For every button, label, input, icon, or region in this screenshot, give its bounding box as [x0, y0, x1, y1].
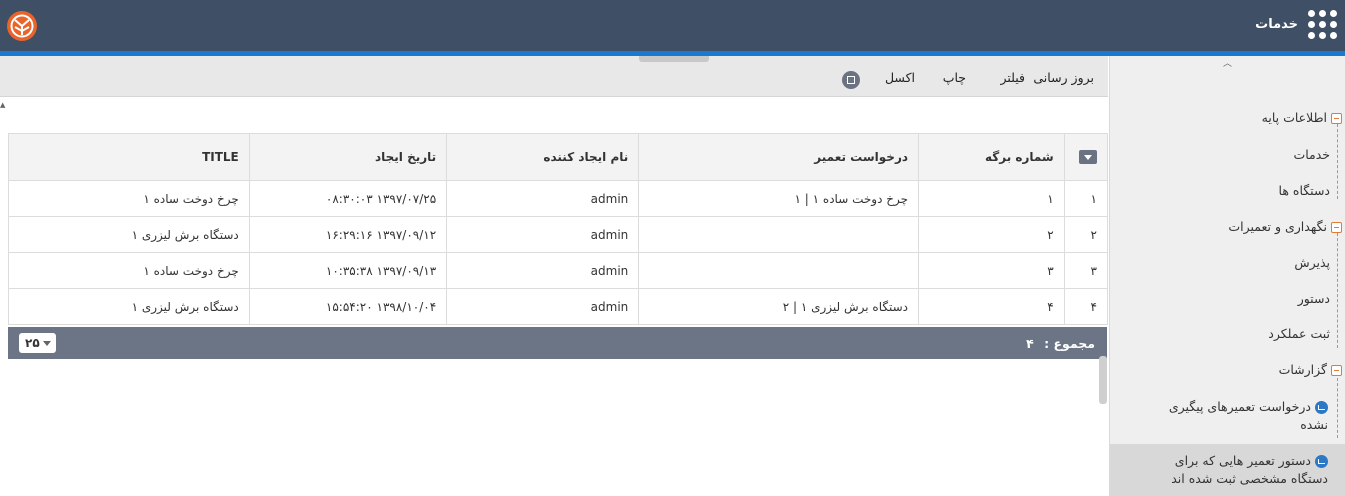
sidebar-group-reports[interactable]: گزارشات: [1279, 362, 1342, 377]
table-row[interactable]: ۱ ۱ چرخ دوخت ساده ۱ | ۱ admin ۱۳۹۷/۰۷/۲۵…: [8, 180, 1109, 217]
sidebar-item-devices[interactable]: دستگاه ها: [1279, 183, 1330, 198]
sidebar: ︿ اطلاعات پایه خدمات دستگاه ها نگهداری و…: [1109, 56, 1345, 496]
collapse-minus-icon[interactable]: [1331, 222, 1342, 233]
collapse-minus-icon[interactable]: [1331, 365, 1342, 376]
cell-sheet-no: ۱: [918, 180, 1065, 217]
panel-resize-grip[interactable]: [639, 56, 709, 62]
grid-header-row: شماره برگه درخواست تعمیر نام ایجاد کننده…: [8, 133, 1109, 181]
table-row[interactable]: ۳ ۳ admin ۱۳۹۷/۰۹/۱۳ ۱۰:۳۵:۳۸ چرخ دوخت س…: [8, 252, 1109, 289]
sidebar-group-label: اطلاعات پایه: [1261, 110, 1327, 125]
column-menu-cell[interactable]: [1063, 133, 1109, 181]
row-index: ۱: [1063, 180, 1109, 217]
sidebar-item-reception[interactable]: پذیرش: [1294, 255, 1330, 270]
grid-toolbar: بروز رسانی فیلتر چاپ اکسل: [0, 56, 1108, 97]
chart-report-icon: [1315, 455, 1328, 468]
sidebar-item-services[interactable]: خدمات: [1293, 147, 1330, 162]
sidebar-report-label: دستور تعمیر هایی که برای دستگاه مشخصی ثب…: [1171, 453, 1328, 486]
refresh-button[interactable]: بروز رسانی: [1033, 70, 1094, 85]
row-index: ۲: [1063, 216, 1109, 253]
grid-footer: مجموع : ۴ ۲۵: [8, 327, 1107, 359]
chevron-down-icon: [43, 341, 51, 346]
print-button[interactable]: چاپ: [943, 70, 966, 85]
sidebar-item-order[interactable]: دستور: [1298, 291, 1330, 306]
cell-creator: admin: [446, 288, 640, 325]
column-header-repair-request[interactable]: درخواست تعمیر: [638, 133, 920, 181]
apps-grid-icon[interactable]: [1306, 8, 1340, 42]
cell-repair-request: [638, 216, 920, 253]
column-header-title[interactable]: TITLE: [8, 133, 250, 181]
table-row[interactable]: ۴ ۴ دستگاه برش لیزری ۱ | ۲ admin ۱۳۹۸/۱۰…: [8, 288, 1109, 325]
filter-button[interactable]: فیلتر: [1000, 70, 1025, 85]
tree-guide-line: [1337, 378, 1338, 438]
cell-created: ۱۳۹۸/۱۰/۰۴ ۱۵:۵۴:۲۰: [248, 288, 448, 325]
tree-guide-line: [1337, 233, 1338, 348]
cell-title: چرخ دوخت ساده ۱: [8, 180, 250, 217]
collapse-minus-icon[interactable]: [1331, 113, 1342, 124]
cell-title: دستگاه برش لیزری ۱: [8, 216, 250, 253]
sidebar-group-maintenance[interactable]: نگهداری و تعمیرات: [1228, 219, 1342, 234]
sidebar-report-device-orders[interactable]: دستور تعمیر هایی که برای دستگاه مشخصی ثب…: [1138, 452, 1328, 488]
data-grid: شماره برگه درخواست تعمیر نام ایجاد کننده…: [8, 133, 1109, 325]
cell-created: ۱۳۹۷/۰۹/۱۳ ۱۰:۳۵:۳۸: [248, 252, 448, 289]
cell-created: ۱۳۹۷/۰۹/۱۲ ۱۶:۲۹:۱۶: [248, 216, 448, 253]
cell-repair-request: دستگاه برش لیزری ۱ | ۲: [638, 288, 920, 325]
column-menu-icon[interactable]: [1079, 150, 1097, 165]
total-value: ۴: [1026, 336, 1034, 351]
collapse-triangle-icon[interactable]: ▲: [0, 101, 5, 109]
cell-created: ۱۳۹۷/۰۷/۲۵ ۰۸:۳۰:۰۳: [248, 180, 448, 217]
cell-creator: admin: [446, 180, 640, 217]
logo-icon[interactable]: [6, 10, 38, 42]
sidebar-report-label: درخواست تعمیرهای پیگیری نشده: [1168, 399, 1328, 432]
window-icon[interactable]: [842, 71, 860, 89]
column-header-creator[interactable]: نام ایجاد کننده: [446, 133, 640, 181]
row-index: ۳: [1063, 252, 1109, 289]
cell-title: دستگاه برش لیزری ۱: [8, 288, 250, 325]
excel-button[interactable]: اکسل: [885, 70, 915, 85]
row-index: ۴: [1063, 288, 1109, 325]
cell-repair-request: چرخ دوخت ساده ۱ | ۱: [638, 180, 920, 217]
cell-sheet-no: ۳: [918, 252, 1065, 289]
chevron-up-icon[interactable]: ︿: [1223, 56, 1232, 69]
app-title: خدمات: [1255, 17, 1298, 32]
tree-guide-line: [1337, 124, 1338, 199]
sidebar-group-base-info[interactable]: اطلاعات پایه: [1262, 110, 1342, 125]
sidebar-report-unfollowed-requests[interactable]: درخواست تعمیرهای پیگیری نشده: [1138, 398, 1328, 434]
column-header-created[interactable]: تاریخ ایجاد: [248, 133, 448, 181]
column-header-sheet-no[interactable]: شماره برگه: [918, 133, 1065, 181]
cell-repair-request: [638, 252, 920, 289]
page-size-value: ۲۵: [25, 336, 40, 350]
vertical-scrollbar[interactable]: [1099, 356, 1107, 404]
cell-creator: admin: [446, 252, 640, 289]
cell-creator: admin: [446, 216, 640, 253]
cell-sheet-no: ۴: [918, 288, 1065, 325]
table-row[interactable]: ۲ ۲ admin ۱۳۹۷/۰۹/۱۲ ۱۶:۲۹:۱۶ دستگاه برش…: [8, 216, 1109, 253]
cell-sheet-no: ۲: [918, 216, 1065, 253]
cell-title: چرخ دوخت ساده ۱: [8, 252, 250, 289]
sidebar-item-performance[interactable]: ثبت عملکرد: [1268, 326, 1330, 341]
chart-report-icon: [1315, 401, 1328, 414]
sidebar-group-label: گزارشات: [1278, 362, 1327, 377]
total-count: مجموع : ۴: [1026, 336, 1095, 351]
sidebar-group-label: نگهداری و تعمیرات: [1228, 219, 1327, 234]
total-label: مجموع :: [1044, 336, 1095, 351]
top-bar: خدمات: [0, 0, 1345, 51]
page-size-select[interactable]: ۲۵: [19, 333, 56, 353]
